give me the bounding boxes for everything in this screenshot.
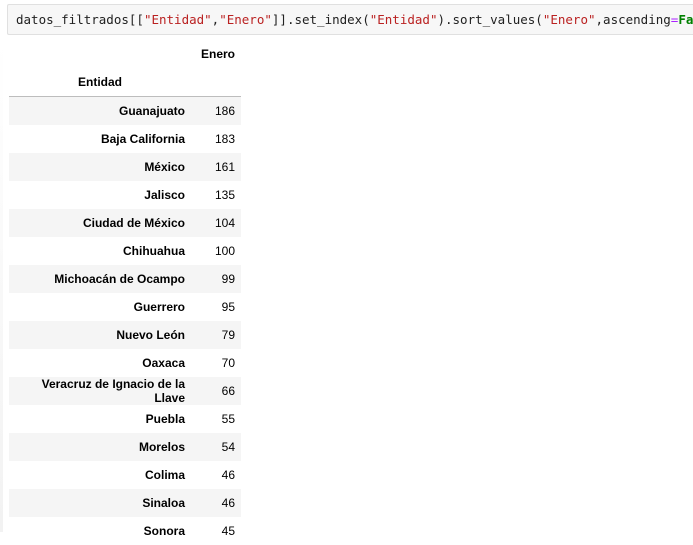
row-index-entidad: Sonora — [9, 517, 191, 545]
row-index-entidad: Ciudad de México — [9, 209, 191, 237]
row-index-entidad: Morelos — [9, 433, 191, 461]
dataframe-output-table: Enero Entidad Guanajuato186Baja Californ… — [9, 40, 241, 545]
row-index-label: Oaxaca — [9, 356, 191, 370]
row-index-entidad: Puebla — [9, 405, 191, 433]
table-row: Nuevo León79 — [9, 321, 241, 349]
index-name-row: Entidad — [9, 68, 241, 97]
table-row: Michoacán de Ocampo99 — [9, 265, 241, 293]
table-row: Colima46 — [9, 461, 241, 489]
row-value-enero: 183 — [191, 125, 241, 153]
table-row: Sonora45 — [9, 517, 241, 545]
row-value-enero: 70 — [191, 349, 241, 377]
row-value-enero: 55 — [191, 405, 241, 433]
row-value-enero: 99 — [191, 265, 241, 293]
row-index-entidad: Colima — [9, 461, 191, 489]
row-value-enero: 54 — [191, 433, 241, 461]
row-index-entidad: Guerrero — [9, 293, 191, 321]
row-value-enero: 66 — [191, 377, 241, 405]
row-value-enero: 186 — [191, 97, 241, 126]
code-text-set-index: ]].set_index( — [272, 12, 370, 27]
code-cell-input[interactable]: datos_filtrados[["Entidad","Enero"]].set… — [7, 4, 693, 35]
index-name-entidad: Entidad — [9, 68, 191, 97]
table-row: Chihuahua100 — [9, 237, 241, 265]
row-value-enero: 95 — [191, 293, 241, 321]
row-value-enero: 45 — [191, 517, 241, 545]
code-string-enero-2: "Enero" — [543, 12, 596, 27]
row-index-entidad: México — [9, 153, 191, 181]
code-string-entidad: "Entidad" — [144, 12, 212, 27]
row-index-entidad: Veracruz de Ignacio de la Llave — [9, 377, 191, 405]
table-body: Guanajuato186Baja California183México161… — [9, 97, 241, 545]
index-name-blank — [191, 68, 241, 97]
table-row: Ciudad de México104 — [9, 209, 241, 237]
row-index-label: Sonora — [9, 524, 191, 538]
row-value-enero: 100 — [191, 237, 241, 265]
row-value-enero: 46 — [191, 461, 241, 489]
code-string-enero: "Enero" — [219, 12, 272, 27]
code-text-ascending: ,ascending — [596, 12, 671, 27]
table-row: Sinaloa46 — [9, 489, 241, 517]
left-gutter — [0, 40, 3, 532]
row-value-enero: 46 — [191, 489, 241, 517]
row-index-entidad: Guanajuato — [9, 97, 191, 126]
table-row: México161 — [9, 153, 241, 181]
row-index-label: México — [9, 160, 191, 174]
row-value-enero: 104 — [191, 209, 241, 237]
table-row: Morelos54 — [9, 433, 241, 461]
code-text-sort-values: ).sort_values( — [437, 12, 542, 27]
row-index-label: Ciudad de México — [9, 216, 191, 230]
row-index-entidad: Michoacán de Ocampo — [9, 265, 191, 293]
table-row: Jalisco135 — [9, 181, 241, 209]
table-row: Puebla55 — [9, 405, 241, 433]
table-row: Guerrero95 — [9, 293, 241, 321]
row-index-label: Michoacán de Ocampo — [9, 272, 191, 286]
column-header-enero: Enero — [191, 40, 241, 68]
code-string-entidad-2: "Entidad" — [370, 12, 438, 27]
index-name-label: Entidad — [9, 75, 191, 89]
row-index-label: Colima — [9, 468, 191, 482]
table-row: Oaxaca70 — [9, 349, 241, 377]
row-index-entidad: Chihuahua — [9, 237, 191, 265]
table-header-row: Enero — [9, 40, 241, 68]
row-value-enero: 161 — [191, 153, 241, 181]
code-keyword-false: False — [678, 12, 693, 27]
row-index-entidad: Oaxaca — [9, 349, 191, 377]
row-index-label: Guanajuato — [9, 104, 191, 118]
row-index-label: Guerrero — [9, 300, 191, 314]
row-index-label: Morelos — [9, 440, 191, 454]
row-index-entidad: Baja California — [9, 125, 191, 153]
row-index-entidad: Sinaloa — [9, 489, 191, 517]
row-index-label: Chihuahua — [9, 244, 191, 258]
table-row: Veracruz de Ignacio de la Llave66 — [9, 377, 241, 405]
row-index-label: Sinaloa — [9, 496, 191, 510]
row-value-enero: 79 — [191, 321, 241, 349]
row-index-entidad: Jalisco — [9, 181, 191, 209]
table-row: Guanajuato186 — [9, 97, 241, 126]
header-blank-cell — [9, 40, 191, 68]
row-index-label: Baja California — [9, 132, 191, 146]
code-text-prefix: datos_filtrados[[ — [16, 12, 144, 27]
row-index-label: Jalisco — [9, 188, 191, 202]
row-index-label: Nuevo León — [9, 328, 191, 342]
table-row: Baja California183 — [9, 125, 241, 153]
row-index-label: Veracruz de Ignacio de la Llave — [9, 377, 191, 405]
row-index-label: Puebla — [9, 412, 191, 426]
row-value-enero: 135 — [191, 181, 241, 209]
row-index-entidad: Nuevo León — [9, 321, 191, 349]
